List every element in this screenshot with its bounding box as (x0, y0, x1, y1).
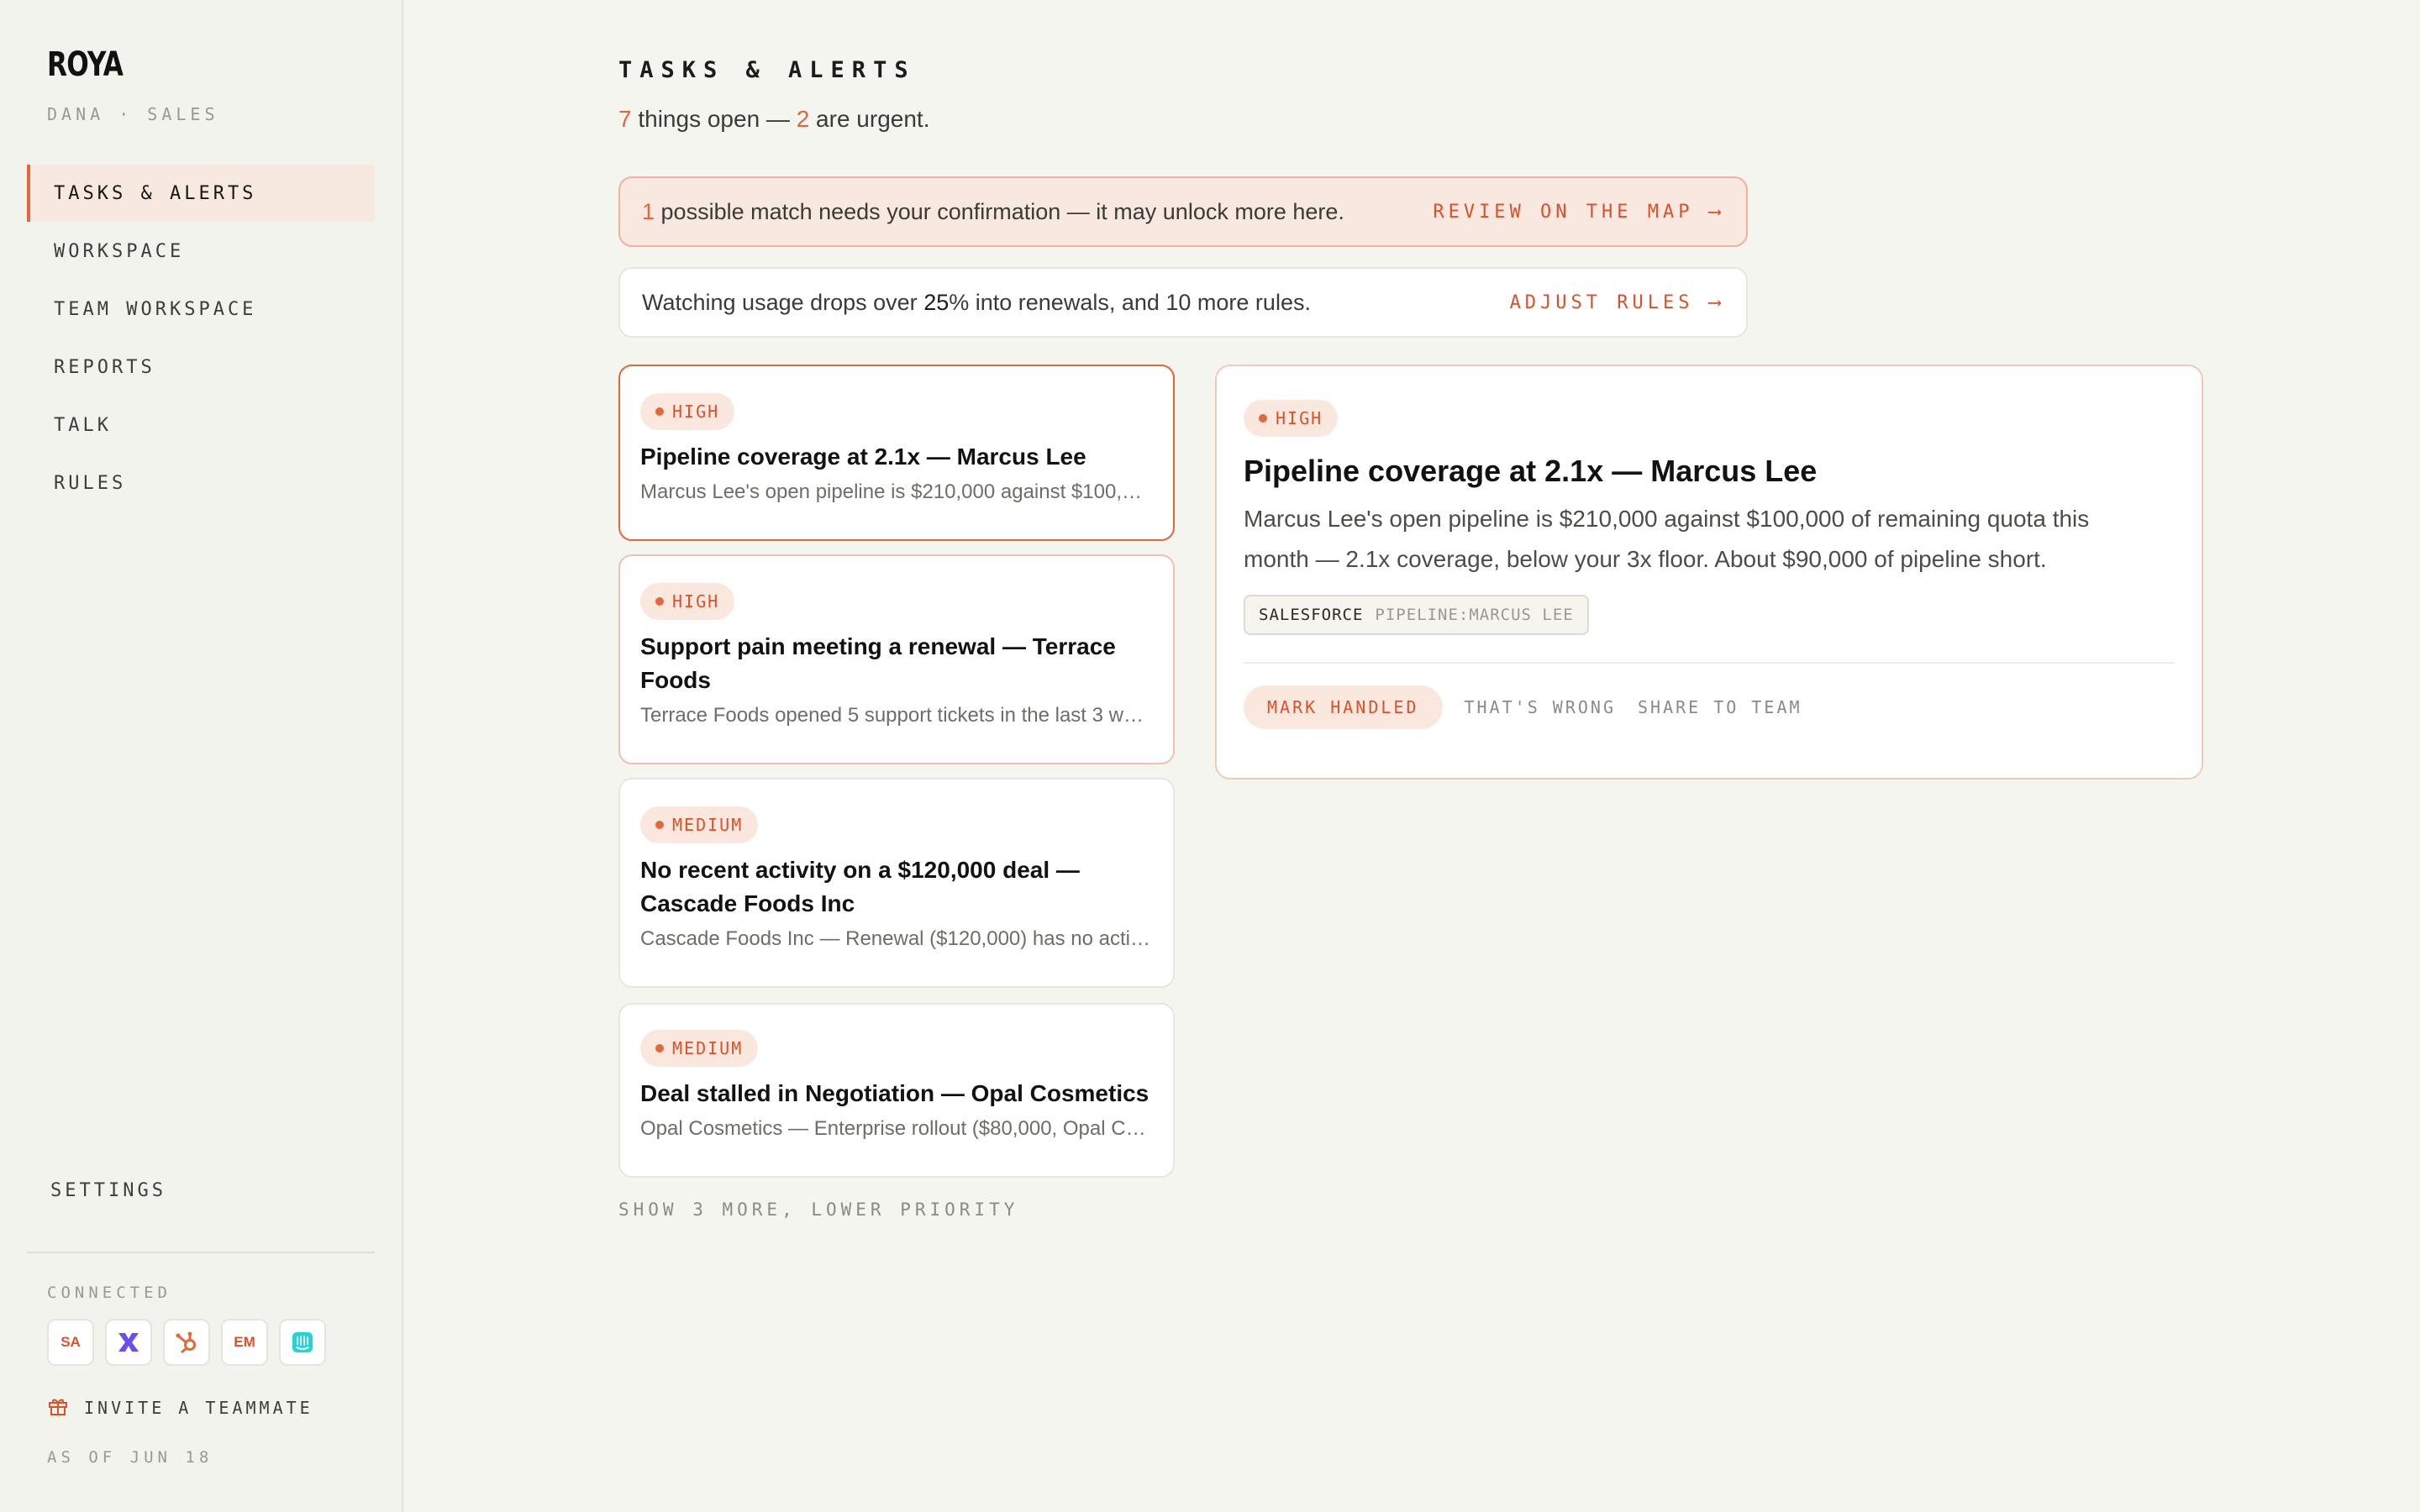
rules-banner: Watching usage drops over 25% into renew… (618, 267, 1748, 338)
priority-dot (655, 821, 664, 829)
alert-card[interactable]: MEDIUM No recent activity on a $120,000 … (618, 778, 1175, 988)
mark-handled-button[interactable]: MARK HANDLED (1244, 685, 1443, 729)
sidebar-item-team-workspace[interactable]: TEAM WORKSPACE (27, 281, 375, 338)
user-line: DANA · SALES (47, 104, 219, 124)
match-banner: 1 possible match needs your confirmation… (618, 176, 1748, 247)
priority-badge: HIGH (640, 393, 735, 430)
priority-badge: MEDIUM (640, 806, 759, 843)
detail-description: Marcus Lee's open pipeline is $210,000 a… (1244, 506, 2090, 572)
priority-dot (655, 1044, 664, 1053)
priority-label: HIGH (672, 591, 720, 612)
open-count: 7 (618, 106, 632, 132)
match-count: 1 (642, 198, 655, 224)
sidebar-item-label: TEAM WORKSPACE (54, 298, 257, 320)
invite-teammate-button[interactable]: INVITE A TEAMMATE (47, 1394, 313, 1420)
sidebar-item-label: TALK (54, 414, 112, 436)
detail-divider (1244, 662, 2175, 664)
priority-badge: HIGH (1244, 400, 1339, 437)
connected-label: CONNECTED (47, 1284, 171, 1302)
page-title: TASKS & ALERTS (618, 57, 916, 83)
alert-description: Marcus Lee's open pipeline is $210,000 a… (640, 480, 1153, 503)
sidebar-item-talk[interactable]: TALK (27, 396, 375, 454)
intercom-icon[interactable] (279, 1319, 326, 1366)
alert-description: Opal Cosmetics — Enterprise rollout ($80… (640, 1117, 1153, 1140)
sidebar-item-label: TASKS & ALERTS (54, 182, 257, 204)
match-banner-text: 1 possible match needs your confirmation… (642, 199, 1344, 225)
priority-label: MEDIUM (672, 1038, 744, 1058)
sidebar: ROYA DANA · SALES TASKS & ALERTS WORKSPA… (0, 0, 403, 1512)
sidebar-item-label: WORKSPACE (54, 240, 185, 262)
sidebar-item-tasks-alerts[interactable]: TASKS & ALERTS (27, 165, 375, 222)
alert-card[interactable]: HIGH Pipeline coverage at 2.1x — Marcus … (618, 365, 1175, 541)
source-system: SALESFORCE (1259, 606, 1364, 624)
priority-dot (655, 407, 664, 416)
alert-title: Deal stalled in Negotiation — Opal Cosme… (640, 1080, 1150, 1106)
sidebar-item-settings[interactable]: SETTINGS (50, 1180, 166, 1201)
thats-wrong-button[interactable]: THAT'S WRONG (1465, 697, 1617, 717)
open-summary: 7 things open — 2 are urgent. (618, 106, 929, 133)
sidebar-item-workspace[interactable]: WORKSPACE (27, 223, 375, 280)
invite-label: INVITE A TEAMMATE (84, 1397, 313, 1418)
hubspot-icon[interactable] (163, 1319, 210, 1366)
review-on-map-link[interactable]: REVIEW ON THE MAP ⟶ (1433, 202, 1724, 223)
sidebar-divider (27, 1252, 375, 1253)
share-to-team-button[interactable]: SHARE TO TEAM (1638, 697, 1802, 717)
connectors-list: SA EM (47, 1319, 326, 1366)
urgent-text: are urgent. (809, 106, 930, 132)
rules-suffix: % into renewals, and 10 more rules. (949, 289, 1311, 315)
alert-detail-panel: HIGH Pipeline coverage at 2.1x — Marcus … (1215, 365, 2203, 780)
gift-icon (47, 1394, 69, 1420)
urgent-count: 2 (796, 106, 810, 132)
alert-description: Cascade Foods Inc — Renewal ($120,000) h… (640, 927, 1153, 950)
priority-dot (655, 597, 664, 606)
email-icon[interactable]: EM (221, 1319, 268, 1366)
app-logo[interactable]: ROYA (47, 45, 124, 84)
rules-banner-text: Watching usage drops over 25% into renew… (642, 290, 1311, 316)
sidebar-item-rules[interactable]: RULES (27, 454, 375, 512)
priority-label: HIGH (1276, 408, 1323, 428)
priority-label: MEDIUM (672, 815, 744, 835)
priority-badge: MEDIUM (640, 1030, 759, 1067)
as-of-date: AS OF JUN 18 (47, 1448, 213, 1467)
open-text: things open — (631, 106, 797, 132)
alert-card[interactable]: MEDIUM Deal stalled in Negotiation — Opa… (618, 1003, 1175, 1178)
adjust-rules-link[interactable]: ADJUST RULES ⟶ (1510, 292, 1724, 313)
alert-title: No recent activity on a $120,000 deal — … (640, 857, 1080, 916)
sidebar-item-label: RULES (54, 472, 127, 494)
sidebar-item-label: REPORTS (54, 356, 155, 378)
alert-title: Pipeline coverage at 2.1x — Marcus Lee (640, 444, 1086, 470)
priority-badge: HIGH (640, 583, 735, 620)
rules-threshold: 25 (923, 289, 950, 315)
alert-description: Terrace Foods opened 5 support tickets i… (640, 704, 1153, 727)
salesforce-icon[interactable]: SA (47, 1319, 94, 1366)
alert-title: Support pain meeting a renewal — Terrace… (640, 633, 1116, 693)
detail-actions: MARK HANDLED THAT'S WRONG SHARE TO TEAM (1244, 685, 2175, 729)
detail-title: Pipeline coverage at 2.1x — Marcus Lee (1244, 454, 1818, 488)
alert-card[interactable]: HIGH Support pain meeting a renewal — Te… (618, 554, 1175, 764)
source-record: PIPELINE:MARCUS LEE (1375, 606, 1574, 624)
match-text: possible match needs your confirmation —… (655, 198, 1344, 224)
show-more-link[interactable]: SHOW 3 MORE, LOWER PRIORITY (618, 1200, 1018, 1220)
rules-prefix: Watching usage drops over (642, 289, 924, 315)
priority-dot (1259, 414, 1267, 423)
x-app-icon[interactable] (105, 1319, 152, 1366)
sidebar-nav: TASKS & ALERTS WORKSPACE TEAM WORKSPACE … (27, 165, 375, 512)
sidebar-item-reports[interactable]: REPORTS (27, 339, 375, 396)
source-tag[interactable]: SALESFORCE PIPELINE:MARCUS LEE (1244, 595, 1589, 635)
priority-label: HIGH (672, 402, 720, 422)
